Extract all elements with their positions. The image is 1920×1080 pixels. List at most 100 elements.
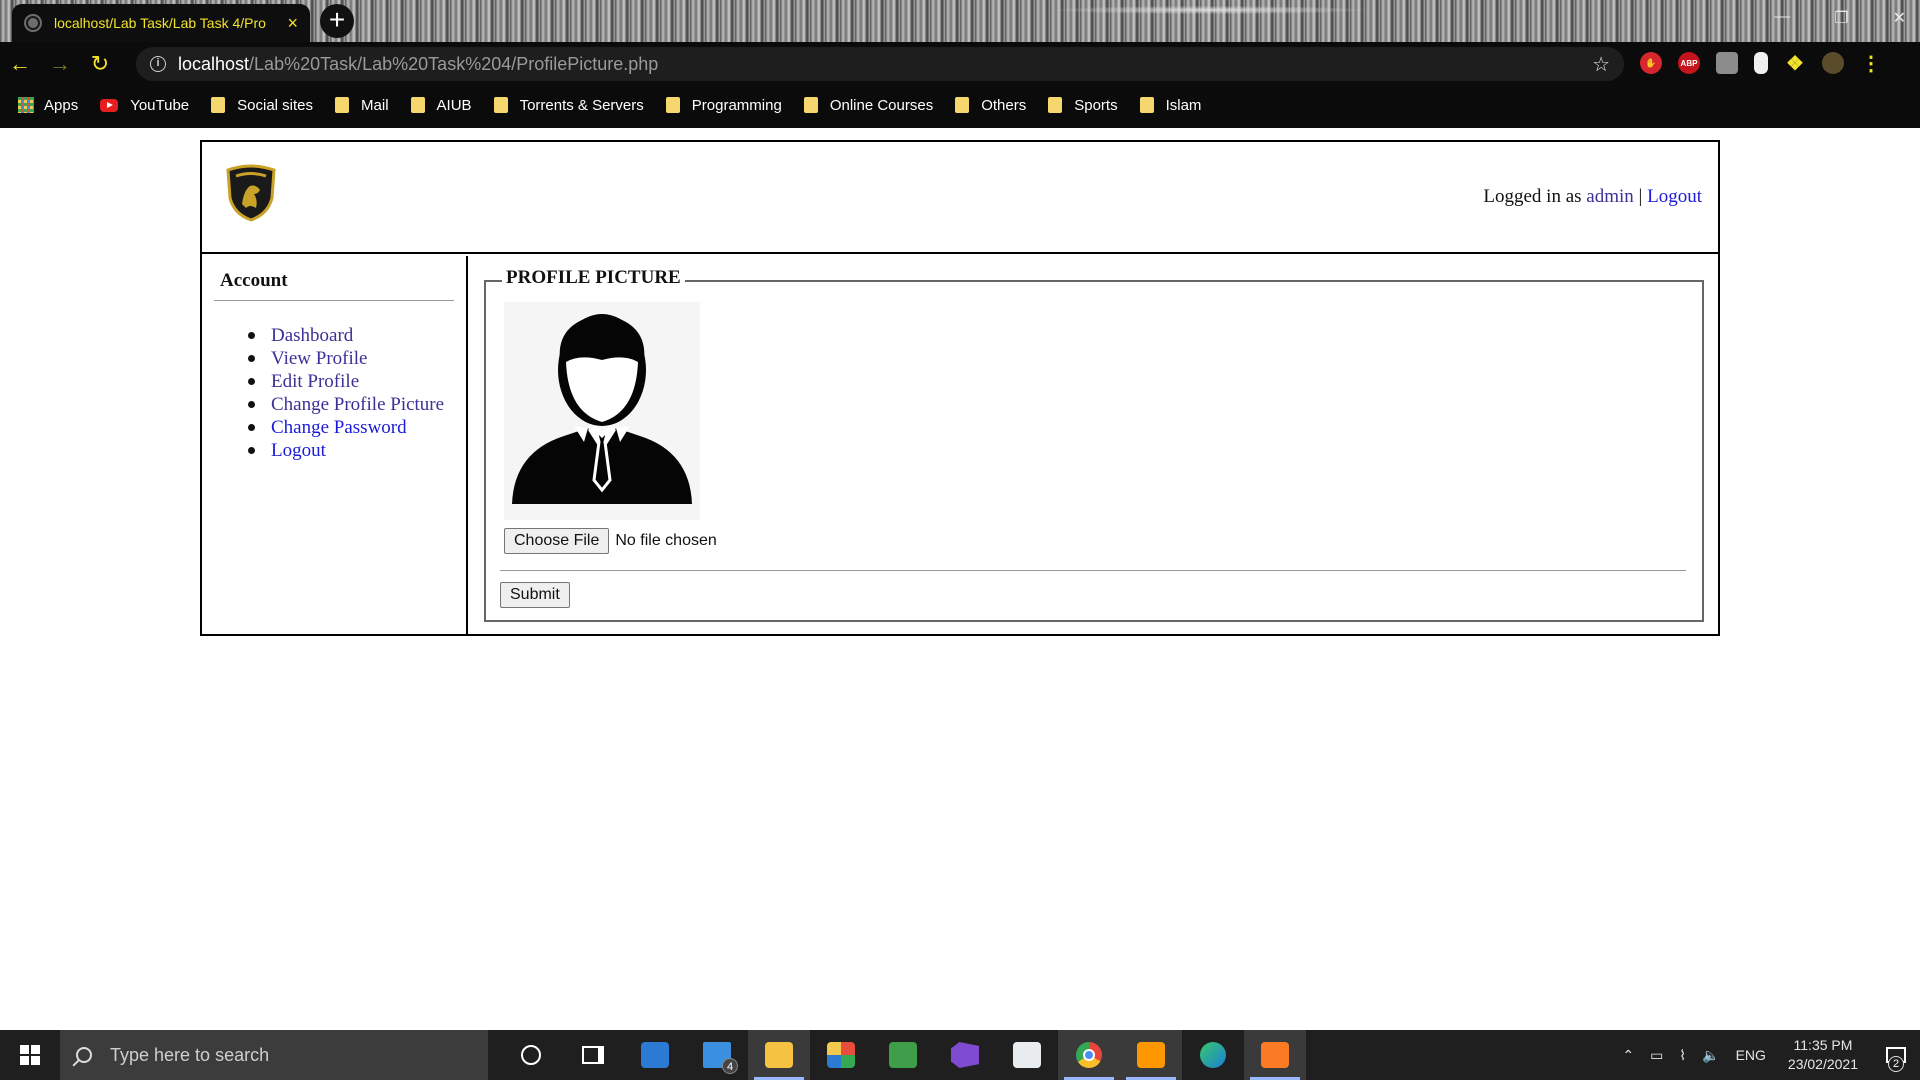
xampp-button[interactable] bbox=[1244, 1030, 1306, 1080]
info-icon[interactable]: i bbox=[150, 56, 166, 72]
folder-icon bbox=[1139, 97, 1154, 113]
profile-avatar-icon[interactable] bbox=[1822, 52, 1844, 74]
bookmark-folder[interactable]: Sports bbox=[1048, 97, 1118, 114]
cortana-icon bbox=[521, 1045, 541, 1065]
youtube-icon bbox=[100, 98, 119, 112]
system-tray: ⌃ ▭ ⌇ 🔈 ENG 11:35 PM 23/02/2021 2 bbox=[1614, 1030, 1920, 1080]
chevron-up-icon[interactable]: ⌃ bbox=[1622, 1047, 1634, 1064]
new-tab-button[interactable]: + bbox=[320, 4, 354, 38]
taskbar-search[interactable]: Type here to search bbox=[60, 1030, 488, 1080]
bookmark-folder[interactable]: Social sites bbox=[211, 97, 313, 114]
photo-app-icon bbox=[889, 1042, 917, 1068]
reload-icon[interactable]: ↻ bbox=[80, 51, 120, 77]
login-info: Logged in as admin | Logout bbox=[1483, 186, 1702, 207]
battery-icon[interactable]: ▭ bbox=[1650, 1047, 1663, 1064]
extension-white-icon[interactable] bbox=[1754, 52, 1768, 74]
chrome-icon bbox=[1076, 1042, 1102, 1068]
language-indicator[interactable]: ENG bbox=[1736, 1047, 1766, 1063]
bookmark-folder[interactable]: Mail bbox=[335, 97, 389, 114]
folder-icon bbox=[211, 97, 226, 113]
header-logout-link[interactable]: Logout bbox=[1647, 186, 1702, 207]
store-button[interactable] bbox=[624, 1030, 686, 1080]
file-explorer-button[interactable] bbox=[748, 1030, 810, 1080]
submit-button[interactable]: Submit bbox=[500, 582, 570, 608]
chrome-button[interactable] bbox=[1058, 1030, 1120, 1080]
maximize-icon[interactable]: ❐ bbox=[1834, 8, 1848, 28]
office-icon bbox=[827, 1042, 855, 1068]
office-button[interactable] bbox=[810, 1030, 872, 1080]
address-bar[interactable]: i localhost/Lab%20Task/Lab%20Task%204/Pr… bbox=[136, 47, 1624, 81]
extension-hand-icon[interactable]: ✋ bbox=[1640, 52, 1662, 74]
windows-taskbar: Type here to search 4 ⌃ ▭ ⌇ 🔈 ENG 11:35 … bbox=[0, 1030, 1920, 1080]
forward-icon[interactable]: → bbox=[40, 51, 80, 77]
start-button[interactable] bbox=[0, 1030, 60, 1080]
bookmark-folder[interactable]: Islam bbox=[1139, 97, 1201, 114]
sidebar-link-dashboard[interactable]: Dashboard bbox=[271, 324, 353, 347]
visual-studio-button[interactable] bbox=[934, 1030, 996, 1080]
file-status-text: No file chosen bbox=[615, 532, 717, 549]
mail-badge: 4 bbox=[722, 1058, 738, 1074]
folder-icon bbox=[410, 97, 425, 113]
main-content: PROFILE PICTURE Choose File No file chos… bbox=[470, 256, 1718, 634]
bookmark-youtube[interactable]: YouTube bbox=[100, 97, 189, 114]
folder-icon bbox=[1048, 97, 1063, 113]
page-header: Logged in as admin | Logout bbox=[202, 142, 1718, 254]
search-icon bbox=[76, 1047, 92, 1063]
minimize-icon[interactable]: — bbox=[1774, 8, 1790, 28]
sublime-button[interactable] bbox=[1120, 1030, 1182, 1080]
sidebar-item-change-profile-picture: Change Profile Picture bbox=[220, 393, 444, 416]
username-link[interactable]: admin bbox=[1586, 186, 1634, 207]
url-text[interactable]: localhost/Lab%20Task/Lab%20Task%204/Prof… bbox=[178, 54, 658, 75]
sidebar-item-dashboard: Dashboard bbox=[220, 324, 444, 347]
mail-button[interactable]: 4 bbox=[686, 1030, 748, 1080]
notification-badge: 2 bbox=[1888, 1056, 1904, 1072]
windows-logo-icon bbox=[20, 1045, 40, 1065]
adblock-icon[interactable]: ABP bbox=[1678, 52, 1700, 74]
visual-studio-icon bbox=[951, 1042, 979, 1068]
sidebar-menu: Dashboard View Profile Edit Profile Chan… bbox=[220, 324, 444, 462]
writer-button[interactable] bbox=[996, 1030, 1058, 1080]
sidebar-item-logout: Logout bbox=[220, 439, 444, 462]
sidebar-link-view-profile[interactable]: View Profile bbox=[271, 347, 367, 370]
clock[interactable]: 11:35 PM 23/02/2021 bbox=[1788, 1036, 1858, 1074]
bookmark-folder[interactable]: Programming bbox=[665, 97, 782, 114]
extensions-puzzle-icon[interactable]: ❖ bbox=[1784, 52, 1806, 75]
choose-file-button[interactable]: Choose File bbox=[504, 528, 610, 554]
file-input-row: Choose File No file chosen bbox=[504, 528, 717, 554]
page-container: Logged in as admin | Logout Account Dash… bbox=[200, 140, 1720, 636]
bookmarks-bar: Apps YouTube Social sites Mail AIUB Torr… bbox=[0, 92, 1920, 118]
menu-kebab-icon[interactable]: ⋮ bbox=[1860, 52, 1882, 75]
store-icon bbox=[641, 1042, 669, 1068]
back-icon[interactable]: ← bbox=[0, 51, 40, 77]
sidebar-divider bbox=[214, 300, 454, 301]
browser-tab[interactable]: localhost/Lab Task/Lab Task 4/Pro × bbox=[12, 4, 310, 42]
volume-icon[interactable]: 🔈 bbox=[1702, 1047, 1719, 1064]
sidebar-link-edit-profile[interactable]: Edit Profile bbox=[271, 370, 359, 393]
bookmark-folder[interactable]: Torrents & Servers bbox=[493, 97, 644, 114]
submit-row: Submit bbox=[500, 582, 570, 608]
folder-icon bbox=[665, 97, 680, 113]
bookmark-star-icon[interactable]: ☆ bbox=[1592, 52, 1610, 77]
extension-icons: ✋ ABP ❖ ⋮ bbox=[1640, 52, 1882, 75]
extension-grey-icon[interactable] bbox=[1716, 52, 1738, 74]
sidebar-link-change-password[interactable]: Change Password bbox=[271, 416, 407, 439]
bookmark-folder[interactable]: Online Courses bbox=[803, 97, 933, 114]
notification-center-button[interactable]: 2 bbox=[1872, 1030, 1920, 1080]
close-window-icon[interactable]: ✕ bbox=[1893, 8, 1906, 28]
window-controls: — ❐ ✕ bbox=[1774, 8, 1906, 28]
cortana-button[interactable] bbox=[500, 1030, 562, 1080]
wifi-icon[interactable]: ⌇ bbox=[1679, 1047, 1686, 1064]
sidebar-item-view-profile: View Profile bbox=[220, 347, 444, 370]
task-view-button[interactable] bbox=[562, 1030, 624, 1080]
photo-app-button[interactable] bbox=[872, 1030, 934, 1080]
bookmark-folder[interactable]: AIUB bbox=[410, 97, 472, 114]
bookmark-folder[interactable]: Others bbox=[955, 97, 1026, 114]
profile-picture-fieldset: PROFILE PICTURE Choose File No file chos… bbox=[484, 267, 1704, 622]
tab-title: localhost/Lab Task/Lab Task 4/Pro bbox=[53, 15, 266, 31]
sidebar-link-change-profile-picture[interactable]: Change Profile Picture bbox=[271, 393, 444, 416]
close-icon[interactable]: × bbox=[287, 13, 298, 34]
bookmark-apps[interactable]: Apps bbox=[18, 97, 78, 114]
edge-button[interactable] bbox=[1182, 1030, 1244, 1080]
clock-date: 23/02/2021 bbox=[1787, 1056, 1858, 1072]
sidebar-link-logout[interactable]: Logout bbox=[271, 439, 326, 462]
